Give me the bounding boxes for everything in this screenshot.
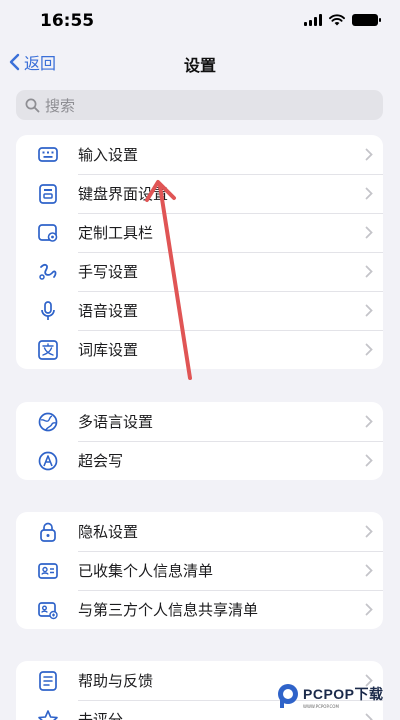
handwriting-settings-label: 手写设置 [78, 263, 139, 281]
custom-toolbar-label: 定制工具栏 [78, 224, 154, 242]
star-icon [16, 709, 78, 720]
input-settings-label: 输入设置 [78, 146, 139, 164]
chevron-right-icon [355, 525, 383, 538]
third-party-share-list-item[interactable]: 与第三方个人信息共享清单 [16, 590, 383, 629]
custom-toolbar-item[interactable]: 定制工具栏 [16, 213, 383, 252]
chevron-right-icon [355, 265, 383, 278]
privacy-settings-label: 隐私设置 [78, 523, 139, 541]
super-write-label: 超会写 [78, 452, 124, 470]
keyboard-icon [16, 144, 78, 166]
privacy-settings-item[interactable]: 隐私设置 [16, 512, 383, 551]
help-icon [16, 670, 78, 692]
rate-app-label: 去评分 [78, 711, 124, 720]
chevron-right-icon [355, 603, 383, 616]
watermark-subtext: WWW.PCPOP.COM [303, 703, 339, 709]
watermark-text: PCPOP下载 [303, 685, 384, 702]
pcpop-logo-icon [278, 684, 298, 708]
chevron-right-icon [355, 304, 383, 317]
id-card-icon [16, 560, 78, 582]
chevron-right-icon [355, 226, 383, 239]
input-settings-item[interactable]: 输入设置 [16, 135, 383, 174]
toolbar-icon [16, 222, 78, 244]
chevron-right-icon [355, 148, 383, 161]
lock-icon [16, 521, 78, 543]
chevron-right-icon [355, 713, 383, 720]
nav-bar: 返回 设置 [0, 44, 400, 80]
status-time: 16:55 [40, 11, 95, 31]
multi-language-settings-label: 多语言设置 [78, 413, 154, 431]
chevron-right-icon [355, 187, 383, 200]
search-icon [25, 98, 40, 112]
status-bar: 16:55 [0, 0, 400, 44]
keyboard-layout-settings-label: 键盘界面设置 [78, 185, 169, 203]
settings-group-input: 输入设置 键盘界面设置 定制工具栏 手写设置 语音设置 词库设置 [16, 135, 383, 369]
chevron-right-icon [355, 415, 383, 428]
voice-settings-item[interactable]: 语音设置 [16, 291, 383, 330]
third-party-share-list-label: 与第三方个人信息共享清单 [78, 601, 259, 619]
watermark-logo: PCPOP下载 WWW.PCPOP.COM [276, 683, 384, 709]
super-write-item[interactable]: 超会写 [16, 441, 383, 480]
page-title: 设置 [183, 56, 216, 75]
battery-icon [352, 14, 381, 26]
chevron-right-icon [355, 343, 383, 356]
status-icons [304, 14, 381, 26]
multi-language-settings-item[interactable]: 多语言设置 [16, 402, 383, 441]
keyboard-layout-settings-item[interactable]: 键盘界面设置 [16, 174, 383, 213]
microphone-icon [16, 300, 78, 322]
share-card-icon [16, 599, 78, 621]
dictionary-settings-label: 词库设置 [78, 341, 139, 359]
handwriting-icon [16, 261, 78, 283]
chevron-right-icon [355, 454, 383, 467]
chevron-right-icon [355, 564, 383, 577]
cellular-signal-icon [304, 14, 322, 26]
voice-settings-label: 语音设置 [78, 302, 139, 320]
handwriting-settings-item[interactable]: 手写设置 [16, 252, 383, 291]
settings-group-privacy: 隐私设置 已收集个人信息清单 与第三方个人信息共享清单 [16, 512, 383, 629]
globe-icon [16, 411, 78, 433]
search-input[interactable]: 搜索 [16, 90, 383, 120]
keyboard-layout-icon [16, 183, 78, 205]
wifi-icon [329, 14, 345, 26]
search-placeholder: 搜索 [45, 96, 76, 115]
collected-info-list-label: 已收集个人信息清单 [78, 562, 214, 580]
settings-group-language: 多语言设置 超会写 [16, 402, 383, 480]
dictionary-icon [16, 339, 78, 361]
super-write-icon [16, 450, 78, 472]
dictionary-settings-item[interactable]: 词库设置 [16, 330, 383, 369]
collected-info-list-item[interactable]: 已收集个人信息清单 [16, 551, 383, 590]
